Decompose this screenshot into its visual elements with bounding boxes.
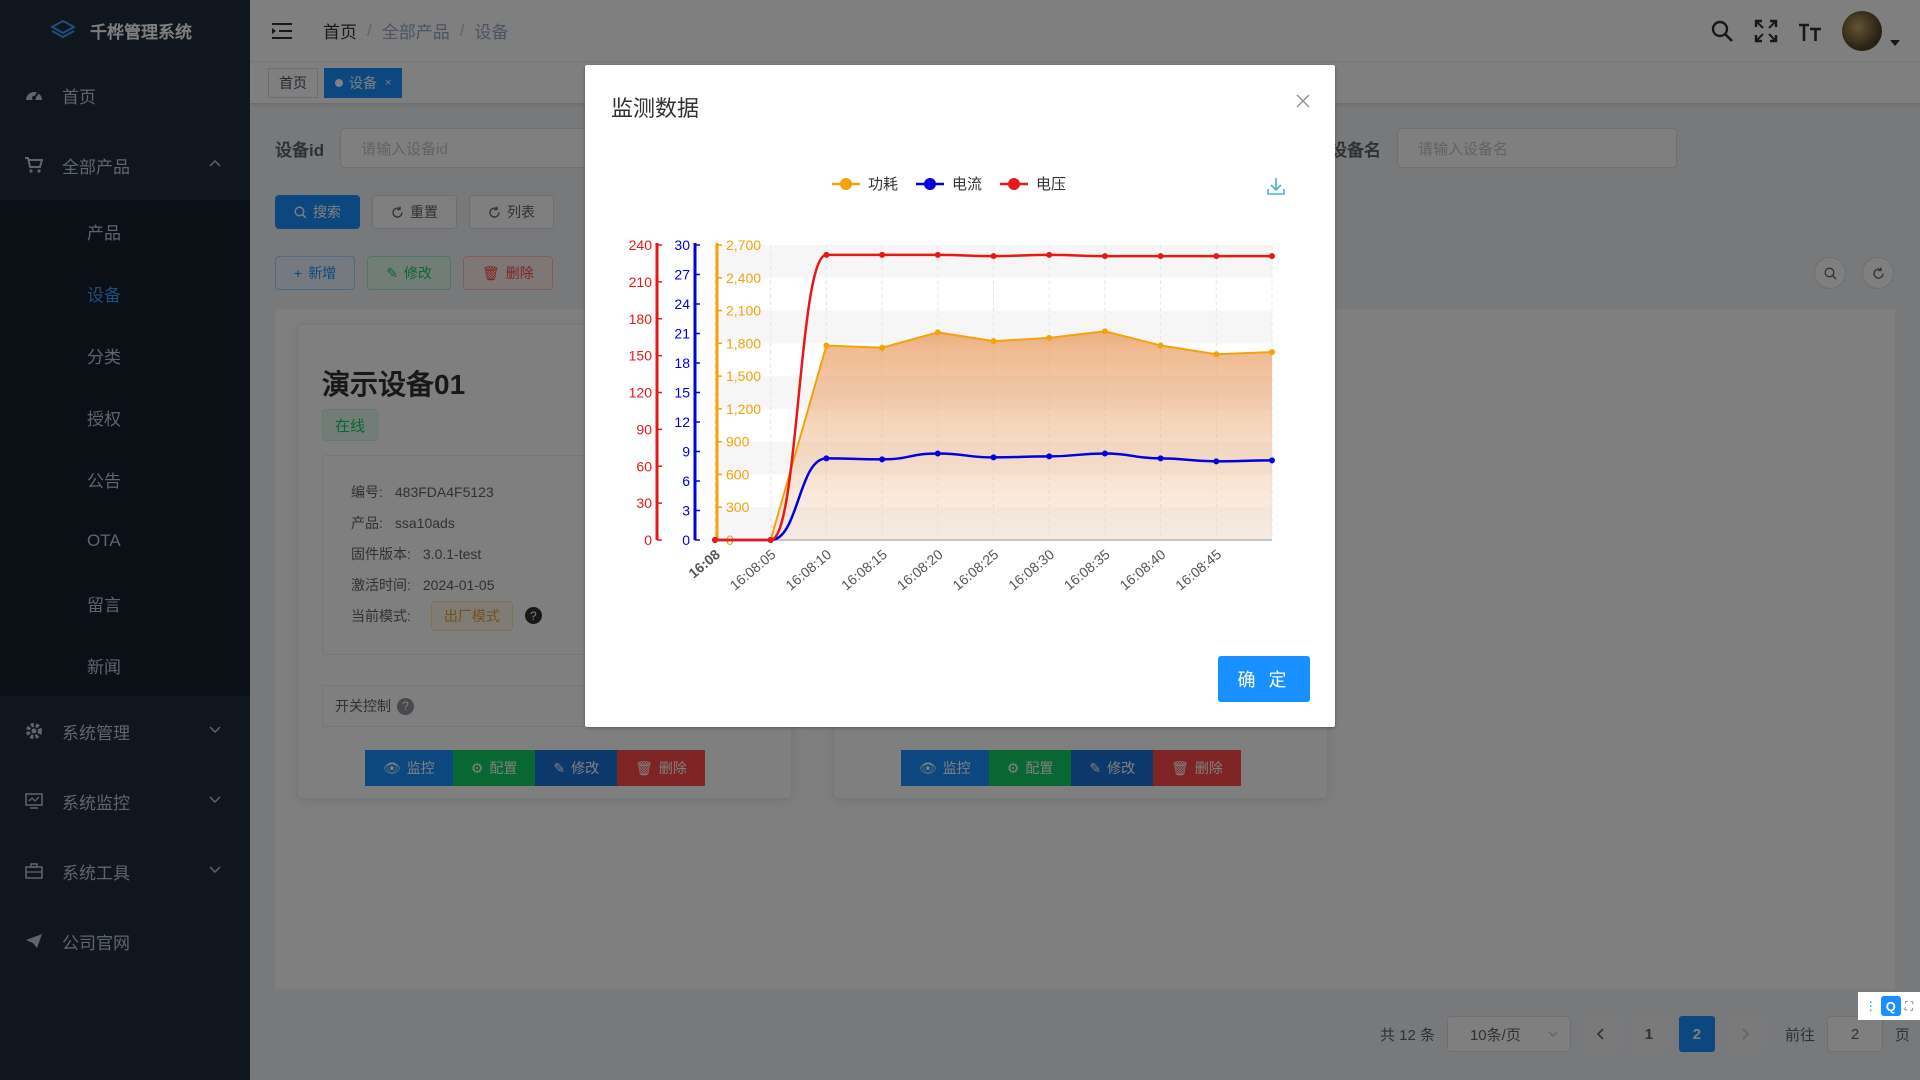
power-tick-label: 300 <box>726 499 750 515</box>
data-point-voltage <box>1269 253 1275 260</box>
current-tick-label: 21 <box>674 326 690 342</box>
x-tick-label: 16:08:25 <box>949 546 1001 593</box>
confirm-button[interactable]: 确 定 <box>1218 656 1310 702</box>
data-point-power <box>1046 334 1053 341</box>
data-point-voltage <box>990 253 997 260</box>
data-point-power <box>1269 349 1275 356</box>
data-point-current <box>1046 453 1053 460</box>
float-widget[interactable]: ⋮ Q ⛶ <box>1858 992 1920 1020</box>
voltage-tick-label: 210 <box>629 274 653 290</box>
voltage-tick-label: 120 <box>629 385 653 401</box>
current-tick-label: 27 <box>674 267 690 283</box>
x-tick-label: 16:08:45 <box>1172 546 1224 593</box>
voltage-tick-label: 90 <box>636 421 652 437</box>
data-point-current <box>823 455 830 462</box>
x-tick-label: 16:08:10 <box>782 546 834 593</box>
monitor-dialog: 监测数据 0 30 60 90 120 150 180 210 240 0 3 6 9 12 15 18 21 2… <box>585 65 1335 727</box>
data-point-power <box>1101 328 1108 335</box>
power-tick-label: 2,400 <box>726 270 761 286</box>
data-point-voltage <box>934 251 941 258</box>
current-tick-label: 3 <box>682 503 690 519</box>
data-point-current <box>879 456 886 463</box>
x-tick-label: 16:08:05 <box>727 546 779 593</box>
expand-icon: ⛶ <box>1904 998 1914 1013</box>
data-point-voltage <box>1101 253 1108 260</box>
legend-label: 功耗 <box>868 176 898 193</box>
data-point-voltage <box>1213 253 1220 260</box>
data-point-voltage <box>823 251 830 258</box>
x-tick-label: 16:08 <box>685 546 723 581</box>
data-point-voltage <box>1046 251 1053 258</box>
data-point-voltage <box>767 537 774 543</box>
power-tick-label: 2,700 <box>726 237 761 253</box>
data-point-voltage <box>1157 253 1164 260</box>
data-point-power <box>1213 351 1220 358</box>
current-tick-label: 15 <box>674 385 690 401</box>
current-tick-label: 30 <box>674 237 690 253</box>
x-tick-label: 16:08:40 <box>1116 546 1168 593</box>
power-tick-label: 1,800 <box>726 335 761 351</box>
voltage-tick-label: 240 <box>629 237 653 253</box>
monitor-chart: 0 30 60 90 120 150 180 210 240 0 3 6 9 12 15 18 21 24 27 30… <box>629 176 1285 593</box>
x-tick-label: 16:08:35 <box>1061 546 1113 593</box>
data-point-power <box>990 338 997 345</box>
x-tick-label: 16:08:20 <box>894 546 946 593</box>
legend-marker <box>1008 178 1020 190</box>
data-point-current <box>1157 455 1164 462</box>
drag-handle-icon: ⋮ <box>1864 999 1877 1013</box>
voltage-tick-label: 30 <box>636 495 652 511</box>
data-point-power <box>879 344 886 351</box>
q-logo-icon: Q <box>1880 996 1901 1016</box>
data-point-current <box>1213 458 1220 465</box>
data-point-power <box>823 342 830 349</box>
power-tick-label: 2,100 <box>726 303 761 319</box>
data-point-power <box>1157 342 1164 349</box>
legend-label: 电流 <box>952 176 982 193</box>
voltage-tick-label: 0 <box>644 532 652 548</box>
x-tick-label: 16:08:15 <box>838 546 890 593</box>
legend-marker <box>924 178 936 190</box>
voltage-tick-label: 60 <box>636 458 652 474</box>
data-point-power <box>934 329 941 336</box>
power-tick-label: 600 <box>726 466 750 482</box>
current-tick-label: 6 <box>682 473 690 489</box>
legend-marker <box>840 178 852 190</box>
data-point-voltage <box>879 251 886 258</box>
data-point-current <box>1269 457 1275 464</box>
current-tick-label: 24 <box>674 296 690 312</box>
voltage-tick-label: 150 <box>629 348 653 364</box>
data-point-current <box>934 450 941 457</box>
data-point-current <box>990 454 997 461</box>
download-icon[interactable] <box>1267 178 1285 195</box>
current-tick-label: 0 <box>682 532 690 548</box>
legend-label: 电压 <box>1036 176 1066 193</box>
current-tick-label: 9 <box>682 444 690 460</box>
data-point-voltage <box>712 537 718 543</box>
current-tick-label: 12 <box>674 414 690 430</box>
power-tick-label: 900 <box>726 434 750 450</box>
series-area-power <box>715 331 1272 540</box>
voltage-tick-label: 180 <box>629 311 653 327</box>
x-tick-label: 16:08:30 <box>1005 546 1057 593</box>
current-tick-label: 18 <box>674 355 690 371</box>
power-tick-label: 1,500 <box>726 368 761 384</box>
data-point-current <box>1101 450 1108 457</box>
power-tick-label: 1,200 <box>726 401 761 417</box>
